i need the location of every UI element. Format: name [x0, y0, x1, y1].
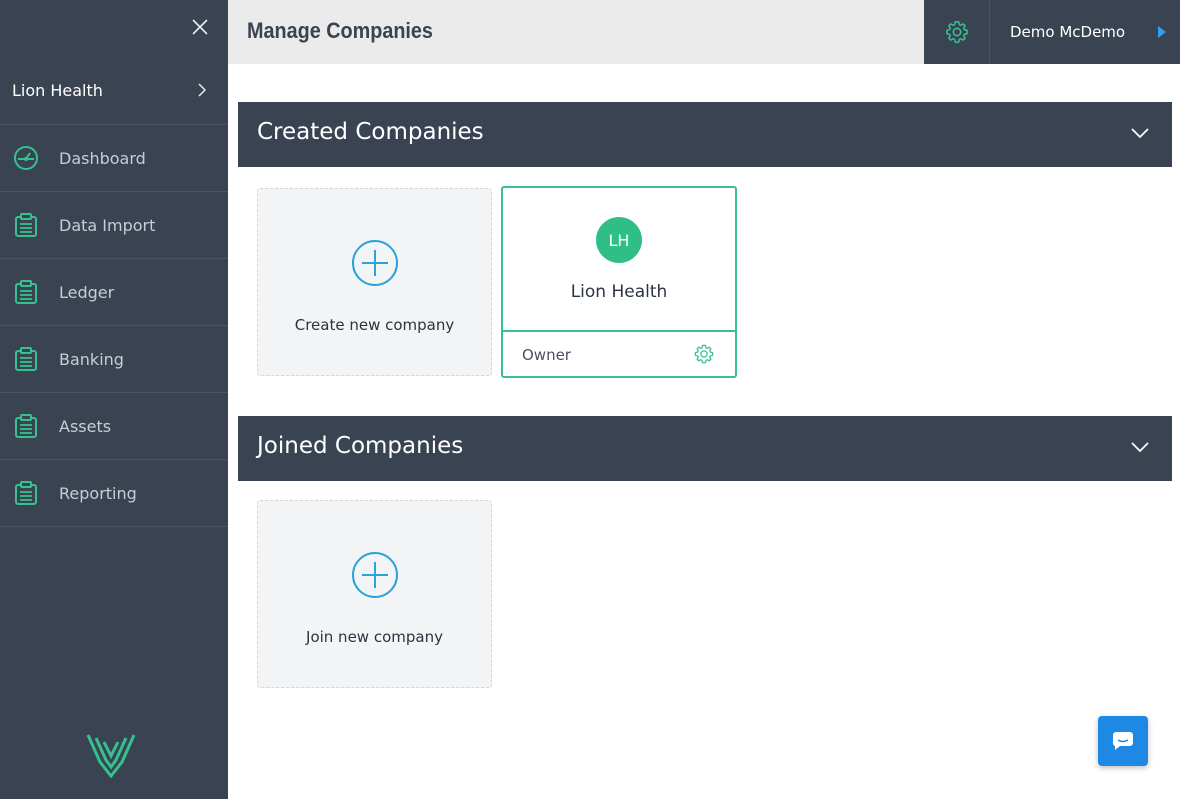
sidebar-item-label: Reporting	[59, 483, 137, 503]
sidebar: Lion Health Dashboard Data Import Ledger…	[0, 0, 228, 799]
create-company-card[interactable]: Create new company	[257, 188, 492, 376]
sidebar-item-label: Dashboard	[59, 148, 146, 168]
chat-button[interactable]	[1098, 716, 1148, 766]
company-card[interactable]: LH Lion Health Owner	[501, 186, 737, 378]
top-bar-actions: Demo McDemo	[924, 0, 1180, 64]
clipboard-icon	[15, 213, 37, 237]
sidebar-item-label: Ledger	[59, 282, 115, 302]
sidebar-nav: Dashboard Data Import Ledger Banking Ass…	[0, 125, 228, 527]
company-name: Lion Health	[570, 282, 668, 302]
close-icon[interactable]	[190, 17, 210, 37]
section-title: Joined Companies	[257, 433, 464, 459]
dashboard-gauge-icon	[14, 146, 38, 170]
top-bar: Manage Companies Demo McDemo	[228, 0, 1180, 64]
sidebar-item-dashboard[interactable]: Dashboard	[0, 125, 228, 192]
plus-circle-icon	[352, 240, 398, 286]
chevron-down-icon	[1131, 128, 1149, 139]
clipboard-icon	[15, 280, 37, 304]
app-logo-icon	[86, 734, 136, 778]
joined-companies-header[interactable]: Joined Companies	[238, 416, 1172, 481]
user-menu[interactable]: Demo McDemo	[990, 0, 1180, 64]
user-name: Demo McDemo	[1010, 23, 1126, 41]
sidebar-item-banking[interactable]: Banking	[0, 326, 228, 393]
sidebar-item-label: Banking	[59, 349, 124, 369]
sidebar-item-label: Assets	[59, 416, 112, 436]
sidebar-item-assets[interactable]: Assets	[0, 393, 228, 460]
role-label: Owner	[522, 346, 571, 364]
company-card-footer: Owner	[503, 330, 735, 376]
sidebar-item-data-import[interactable]: Data Import	[0, 192, 228, 259]
join-company-card[interactable]: Join new company	[257, 500, 492, 688]
chat-bubble-icon	[1112, 732, 1133, 750]
created-companies-header[interactable]: Created Companies	[238, 102, 1172, 167]
gear-icon[interactable]	[693, 343, 715, 365]
clipboard-icon	[15, 347, 37, 371]
sidebar-item-reporting[interactable]: Reporting	[0, 460, 228, 527]
caret-right-icon	[1158, 26, 1166, 38]
chevron-right-icon	[198, 83, 207, 97]
section-title: Created Companies	[257, 119, 484, 145]
avatar: LH	[596, 217, 642, 263]
chevron-down-icon	[1131, 442, 1149, 453]
gear-icon	[945, 20, 968, 44]
clipboard-icon	[15, 414, 37, 438]
clipboard-icon	[15, 481, 37, 505]
sidebar-item-label: Data Import	[59, 215, 156, 235]
join-company-label: Join new company	[306, 628, 443, 646]
create-company-label: Create new company	[294, 316, 455, 334]
page-title: Manage Companies	[247, 18, 433, 43]
company-switcher-label: Lion Health	[12, 80, 103, 100]
plus-circle-icon	[352, 552, 398, 598]
company-switcher[interactable]: Lion Health	[0, 56, 228, 125]
sidebar-item-ledger[interactable]: Ledger	[0, 259, 228, 326]
settings-button[interactable]	[924, 0, 990, 64]
